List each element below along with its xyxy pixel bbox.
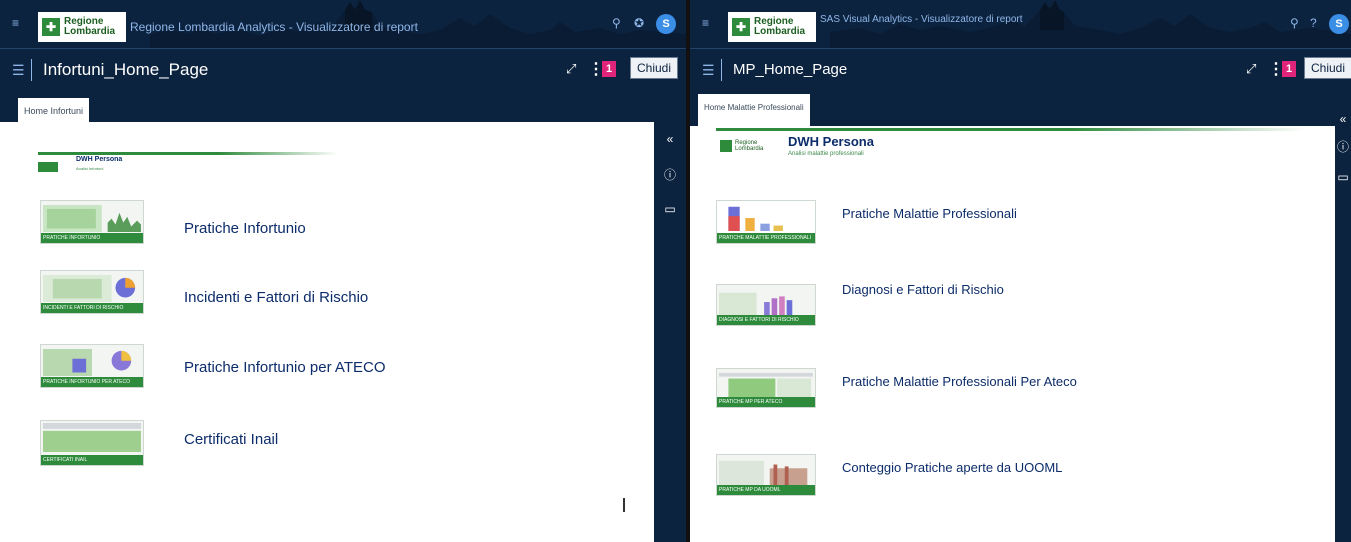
search-icon[interactable]: ⚲ xyxy=(612,16,621,30)
chart-thumbnail-icon xyxy=(43,204,141,233)
report-link-incidenti[interactable]: Incidenti e Fattori di Rischio xyxy=(184,289,368,306)
lombardia-rose-icon: ✚ xyxy=(732,18,750,36)
expand-icon[interactable]: ⤢ xyxy=(1246,61,1256,77)
report-thumbnail[interactable]: PRATICHE MP PER ATECO xyxy=(716,368,816,408)
thumbnail-caption: INCIDENTI E FATTORI DI RISCHIO xyxy=(41,303,143,313)
report-link-pratiche-mp[interactable]: Pratiche Malattie Professionali xyxy=(842,206,1017,221)
chart-thumbnail-icon xyxy=(728,206,783,232)
comment-icon[interactable]: ▭ xyxy=(654,202,686,216)
notification-badge[interactable]: 1 xyxy=(602,61,616,77)
tab-home-infortuni[interactable]: Home Infortuni xyxy=(18,98,90,122)
help-icon[interactable]: ? xyxy=(1310,16,1317,30)
report-link-pratiche-ateco[interactable]: Pratiche Infortunio per ATECO xyxy=(184,359,385,376)
avatar[interactable]: S xyxy=(656,14,676,34)
chart-thumbnail-icon xyxy=(43,423,141,453)
app-header: ≡ ✚ Regione Lombardia SAS Visual Analyti… xyxy=(690,0,1351,48)
dwh-subtitle: Analisi Infortuni xyxy=(76,166,104,171)
report-thumbnail[interactable]: DIAGNOSI E FATTORI DI RISCHIO xyxy=(716,284,816,326)
report-thumbnail[interactable]: PRATICHE INFORTUNIO xyxy=(40,200,144,244)
dwh-title: DWH Persona xyxy=(76,156,123,163)
right-report-window: ≡ ✚ Regione Lombardia SAS Visual Analyti… xyxy=(690,0,1351,542)
notification-badge[interactable]: 1 xyxy=(1282,61,1296,77)
report-thumbnail[interactable]: CERTIFICATI INAIL xyxy=(40,420,144,466)
close-button[interactable]: Chiudi xyxy=(630,57,679,79)
thumbnail-caption: PRATICHE MP PER ATECO xyxy=(717,397,815,407)
report-thumbnail[interactable]: PRATICHE INFORTUNIO PER ATECO xyxy=(40,344,144,388)
thumbnail-caption: PRATICHE INFORTUNIO PER ATECO xyxy=(41,377,143,387)
header-strip xyxy=(38,152,338,155)
thumbnail-caption: PRATICHE MALATTIE PROFESSIONALI xyxy=(717,233,815,243)
chart-thumbnail-icon xyxy=(719,372,813,400)
dwh-subtitle: Analisi malattie professionali xyxy=(788,151,864,157)
report-canvas: Regione Lombardia DWH Persona Analisi ma… xyxy=(690,126,1335,542)
report-titlebar: ☰ Infortuni_Home_Page ⤢ ⋮ 1 Chiudi xyxy=(0,48,686,90)
app-title: Regione Lombardia Analytics - Visualizza… xyxy=(130,20,418,34)
tab-strip: Home Malattie Professionali xyxy=(690,90,1351,126)
help-icon[interactable]: ✪ xyxy=(634,16,644,30)
thumbnail-caption: CERTIFICATI INAIL xyxy=(41,455,143,465)
chart-thumbnail-icon xyxy=(43,274,136,303)
brand-line2: Lombardia xyxy=(64,26,116,37)
report-list-icon[interactable]: ☰ xyxy=(702,62,715,79)
report-link-pratiche-mp-ateco[interactable]: Pratiche Malattie Professionali Per Atec… xyxy=(842,374,1077,389)
tab-home-malattie-professionali[interactable]: Home Malattie Professionali xyxy=(698,94,810,126)
thumbnail-caption: DIAGNOSI E FATTORI DI RISCHIO xyxy=(717,315,815,325)
collapse-left-icon[interactable]: « xyxy=(654,132,686,146)
report-titlebar: ☰ MP_Home_Page ⤢ ⋮ 1 Chiudi xyxy=(690,48,1351,90)
thumbnail-caption: PRATICHE INFORTUNIO xyxy=(41,233,143,243)
info-icon[interactable]: ⓘ xyxy=(1335,138,1351,155)
side-rail: « ⓘ ▭ xyxy=(654,122,686,542)
report-link-conteggio-uooml[interactable]: Conteggio Pratiche aperte da UOOML xyxy=(842,460,1062,475)
regione-logo-small xyxy=(38,162,58,172)
hamburger-icon[interactable]: ≡ xyxy=(702,17,714,29)
app-title: SAS Visual Analytics - Visualizzatore di… xyxy=(820,14,1023,25)
thumbnail-caption: PRATICHE MP DA UOOML xyxy=(717,485,815,495)
regione-logo-small xyxy=(720,140,732,152)
dwh-title: DWH Persona xyxy=(788,134,874,149)
hamburger-icon[interactable]: ≡ xyxy=(12,17,24,29)
report-link-pratiche-infortunio[interactable]: Pratiche Infortunio xyxy=(184,220,306,237)
expand-icon[interactable]: ⤢ xyxy=(566,61,576,77)
logo-line2: Lombardia xyxy=(735,146,764,152)
text-cursor xyxy=(623,498,625,512)
regione-lombardia-logo: ✚ Regione Lombardia xyxy=(728,12,816,42)
regione-lombardia-logo: ✚ Regione Lombardia xyxy=(38,12,126,42)
header-strip xyxy=(716,128,1306,131)
brand-line2: Lombardia xyxy=(754,26,806,37)
report-list-icon[interactable]: ☰ xyxy=(12,62,25,79)
chart-thumbnail-icon xyxy=(719,292,793,316)
report-link-diagnosi[interactable]: Diagnosi e Fattori di Rischio xyxy=(842,282,1004,297)
search-icon[interactable]: ⚲ xyxy=(1290,16,1299,30)
report-link-certificati-inail[interactable]: Certificati Inail xyxy=(184,431,278,448)
comment-icon[interactable]: ▭ xyxy=(1335,170,1351,184)
report-title: Infortuni_Home_Page xyxy=(43,60,209,79)
report-thumbnail[interactable]: INCIDENTI E FATTORI DI RISCHIO xyxy=(40,270,144,314)
lombardia-rose-icon: ✚ xyxy=(42,18,60,36)
app-header: ≡ ✚ Regione Lombardia Regione Lombardia … xyxy=(0,0,686,48)
chart-thumbnail-icon xyxy=(719,460,808,486)
report-canvas: DWH Persona Analisi Infortuni PRATICHE I… xyxy=(10,122,654,542)
report-thumbnail[interactable]: PRATICHE MP DA UOOML xyxy=(716,454,816,496)
left-report-window: ≡ ✚ Regione Lombardia Regione Lombardia … xyxy=(0,0,686,542)
close-button[interactable]: Chiudi xyxy=(1304,57,1351,79)
chart-thumbnail-icon xyxy=(43,348,132,377)
report-title: MP_Home_Page xyxy=(733,61,848,78)
tab-strip: Home Infortuni xyxy=(0,90,686,122)
collapse-left-icon[interactable]: « xyxy=(1335,112,1351,126)
side-rail: « ⓘ ▭ xyxy=(1335,112,1351,542)
report-thumbnail[interactable]: PRATICHE MALATTIE PROFESSIONALI xyxy=(716,200,816,244)
avatar[interactable]: S xyxy=(1329,14,1349,34)
info-icon[interactable]: ⓘ xyxy=(654,166,686,183)
